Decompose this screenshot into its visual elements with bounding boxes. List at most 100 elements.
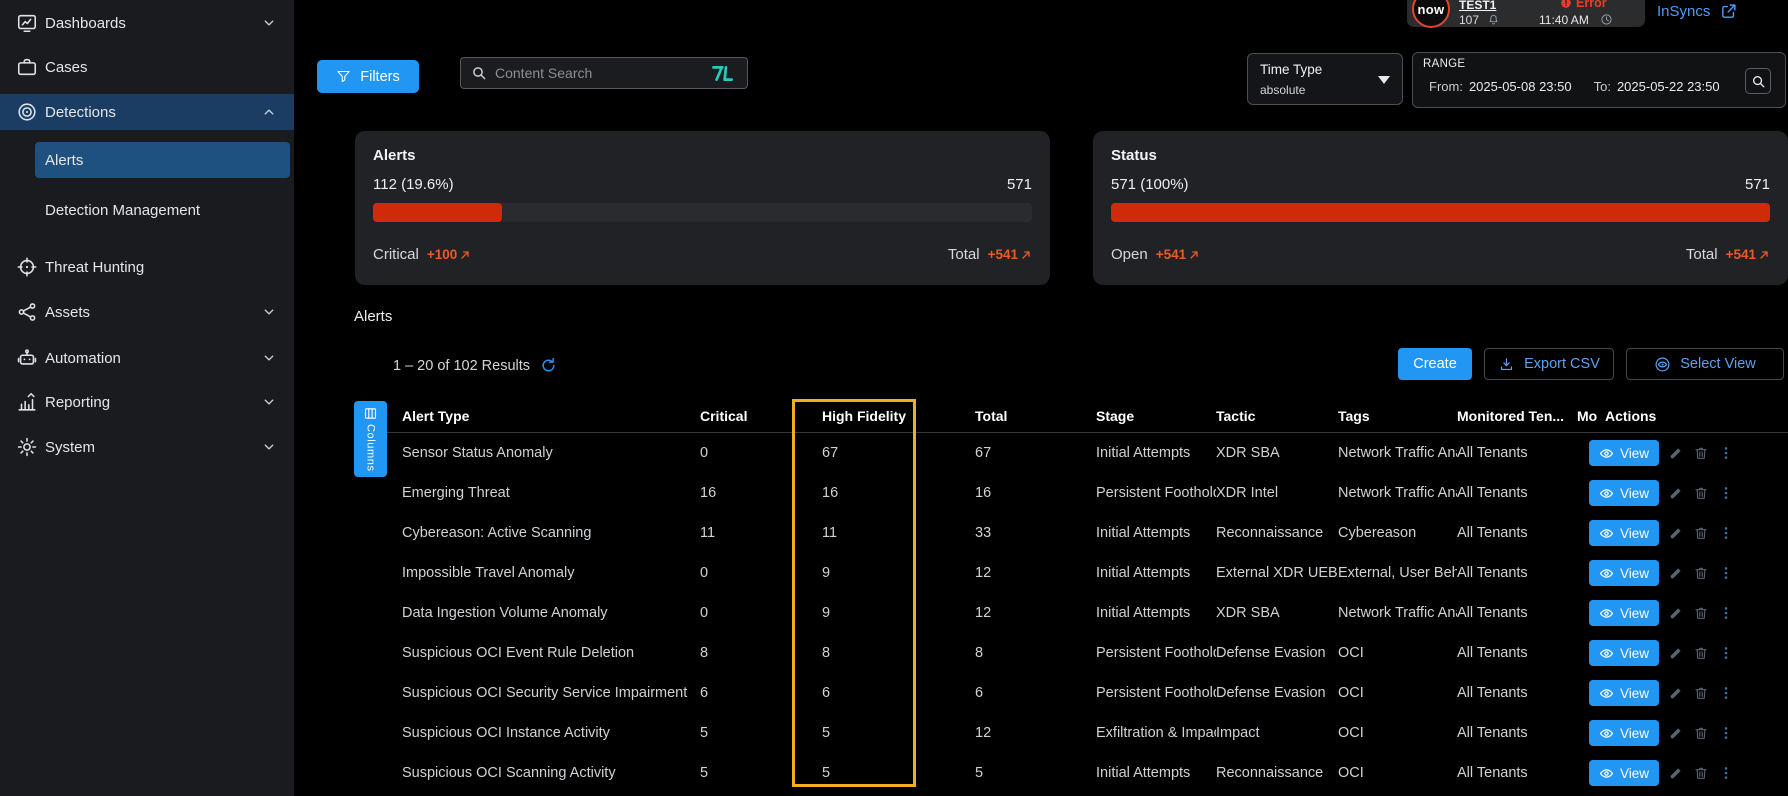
kebab-menu-icon[interactable] bbox=[1718, 525, 1734, 541]
chevron-down-icon[interactable] bbox=[260, 438, 278, 456]
view-button[interactable]: View bbox=[1589, 760, 1659, 786]
content-search-input[interactable] bbox=[487, 65, 711, 81]
edit-pencil-icon[interactable] bbox=[1668, 485, 1684, 501]
sidebar-item-detections[interactable]: Detections bbox=[0, 94, 294, 130]
kebab-menu-icon[interactable] bbox=[1718, 485, 1734, 501]
clock-icon[interactable] bbox=[1600, 13, 1613, 26]
card-footer-left-label: Critical bbox=[373, 246, 419, 263]
sidebar-item-threat-hunting[interactable]: Threat Hunting bbox=[0, 249, 294, 285]
edit-pencil-icon[interactable] bbox=[1668, 645, 1684, 661]
cell-alert-type[interactable]: Sensor Status Anomaly bbox=[402, 445, 700, 461]
card-footer-right-delta[interactable]: +541 bbox=[1726, 247, 1770, 262]
kebab-menu-icon[interactable] bbox=[1718, 605, 1734, 621]
delete-trash-icon[interactable] bbox=[1693, 525, 1709, 541]
export-csv-button[interactable]: Export CSV bbox=[1484, 348, 1614, 380]
col-header-total[interactable]: Total bbox=[975, 408, 1096, 424]
chevron-down-icon[interactable] bbox=[260, 393, 278, 411]
delete-trash-icon[interactable] bbox=[1693, 445, 1709, 461]
view-button[interactable]: View bbox=[1589, 480, 1659, 506]
refresh-icon[interactable] bbox=[540, 357, 557, 374]
bell-icon[interactable] bbox=[1487, 13, 1500, 26]
delete-trash-icon[interactable] bbox=[1693, 685, 1709, 701]
caret-down-icon[interactable] bbox=[1378, 76, 1390, 84]
view-button[interactable]: View bbox=[1589, 680, 1659, 706]
chevron-down-icon[interactable] bbox=[260, 14, 278, 32]
col-header-alert-type[interactable]: Alert Type bbox=[402, 408, 700, 424]
range-from-value[interactable]: 2025-05-08 23:50 bbox=[1469, 79, 1572, 94]
eye-icon bbox=[1599, 686, 1614, 701]
kebab-menu-icon[interactable] bbox=[1718, 565, 1734, 581]
col-header-monitored-tenants[interactable]: Monitored Ten... bbox=[1457, 408, 1577, 424]
col-header-stage[interactable]: Stage bbox=[1096, 408, 1216, 424]
view-button[interactable]: View bbox=[1589, 560, 1659, 586]
delete-trash-icon[interactable] bbox=[1693, 485, 1709, 501]
card-footer-left-delta[interactable]: +541 bbox=[1156, 247, 1200, 262]
sidebar-item-system[interactable]: System bbox=[0, 429, 294, 465]
sidebar-item-assets[interactable]: Assets bbox=[0, 294, 294, 330]
chevron-up-icon[interactable] bbox=[260, 103, 278, 121]
edit-pencil-icon[interactable] bbox=[1668, 445, 1684, 461]
col-header-high-fidelity[interactable]: High Fidelity bbox=[822, 408, 975, 424]
sidebar-subitem-detection-management[interactable]: Detection Management bbox=[35, 192, 290, 228]
edit-pencil-icon[interactable] bbox=[1668, 765, 1684, 781]
kebab-menu-icon[interactable] bbox=[1718, 765, 1734, 781]
chevron-down-icon[interactable] bbox=[260, 349, 278, 367]
cell-tags: OCI bbox=[1338, 765, 1457, 781]
cell-tactic: Defense Evasion bbox=[1216, 645, 1338, 661]
filters-button[interactable]: Filters bbox=[317, 60, 419, 93]
chevron-down-icon[interactable] bbox=[260, 303, 278, 321]
view-button[interactable]: View bbox=[1589, 600, 1659, 626]
tenant-link[interactable]: TEST1 bbox=[1459, 0, 1496, 12]
insyncs-link[interactable]: InSyncs bbox=[1657, 3, 1737, 20]
sidebar-item-automation[interactable]: Automation bbox=[0, 340, 294, 376]
cell-critical: 16 bbox=[700, 485, 822, 501]
col-header-tactic[interactable]: Tactic bbox=[1216, 408, 1338, 424]
select-view-button[interactable]: Select View bbox=[1626, 348, 1784, 380]
chart-icon bbox=[16, 391, 38, 413]
delete-trash-icon[interactable] bbox=[1693, 645, 1709, 661]
columns-button[interactable]: Columns bbox=[354, 401, 387, 477]
edit-pencil-icon[interactable] bbox=[1668, 605, 1684, 621]
kebab-menu-icon[interactable] bbox=[1718, 685, 1734, 701]
cell-alert-type[interactable]: Suspicious OCI Instance Activity bbox=[402, 725, 700, 741]
view-button[interactable]: View bbox=[1589, 520, 1659, 546]
col-header-tags[interactable]: Tags bbox=[1338, 408, 1457, 424]
target-icon bbox=[16, 256, 38, 278]
time-type-dropdown[interactable]: Time Type absolute bbox=[1247, 53, 1403, 105]
cell-alert-type[interactable]: Data Ingestion Volume Anomaly bbox=[402, 605, 700, 621]
card-footer-left-delta[interactable]: +100 bbox=[427, 247, 471, 262]
edit-pencil-icon[interactable] bbox=[1668, 525, 1684, 541]
range-to-value[interactable]: 2025-05-22 23:50 bbox=[1617, 79, 1720, 94]
col-header-mo[interactable]: Mo bbox=[1577, 408, 1605, 424]
view-button[interactable]: View bbox=[1589, 440, 1659, 466]
col-header-critical[interactable]: Critical bbox=[700, 408, 822, 424]
cell-alert-type[interactable]: Suspicious OCI Event Rule Deletion bbox=[402, 645, 700, 661]
card-footer-right-delta[interactable]: +541 bbox=[988, 247, 1032, 262]
range-search-button[interactable] bbox=[1745, 68, 1771, 94]
edit-pencil-icon[interactable] bbox=[1668, 685, 1684, 701]
sidebar-item-dashboards[interactable]: Dashboards bbox=[0, 5, 294, 41]
edit-pencil-icon[interactable] bbox=[1668, 725, 1684, 741]
kebab-menu-icon[interactable] bbox=[1718, 725, 1734, 741]
table-row: Suspicious OCI Event Rule Deletion 8 8 8… bbox=[354, 633, 1788, 673]
sidebar-subitem-alerts[interactable]: Alerts bbox=[35, 142, 290, 178]
cell-alert-type[interactable]: Suspicious OCI Security Service Impairme… bbox=[402, 685, 700, 701]
cell-alert-type[interactable]: Emerging Threat bbox=[402, 485, 700, 501]
kebab-menu-icon[interactable] bbox=[1718, 645, 1734, 661]
delete-trash-icon[interactable] bbox=[1693, 605, 1709, 621]
cell-alert-type[interactable]: Cybereason: Active Scanning bbox=[402, 525, 700, 541]
cell-alert-type[interactable]: Impossible Travel Anomaly bbox=[402, 565, 700, 581]
delete-trash-icon[interactable] bbox=[1693, 725, 1709, 741]
delete-trash-icon[interactable] bbox=[1693, 565, 1709, 581]
cell-alert-type[interactable]: Suspicious OCI Scanning Activity bbox=[402, 765, 700, 781]
cell-monitored-tenants: All Tenants bbox=[1457, 685, 1577, 701]
sidebar-item-cases[interactable]: Cases bbox=[0, 49, 294, 85]
view-button[interactable]: View bbox=[1589, 720, 1659, 746]
vl-logo-icon[interactable] bbox=[710, 65, 736, 82]
edit-pencil-icon[interactable] bbox=[1668, 565, 1684, 581]
view-button[interactable]: View bbox=[1589, 640, 1659, 666]
create-button[interactable]: Create bbox=[1398, 348, 1472, 380]
sidebar-item-reporting[interactable]: Reporting bbox=[0, 384, 294, 420]
delete-trash-icon[interactable] bbox=[1693, 765, 1709, 781]
kebab-menu-icon[interactable] bbox=[1718, 445, 1734, 461]
